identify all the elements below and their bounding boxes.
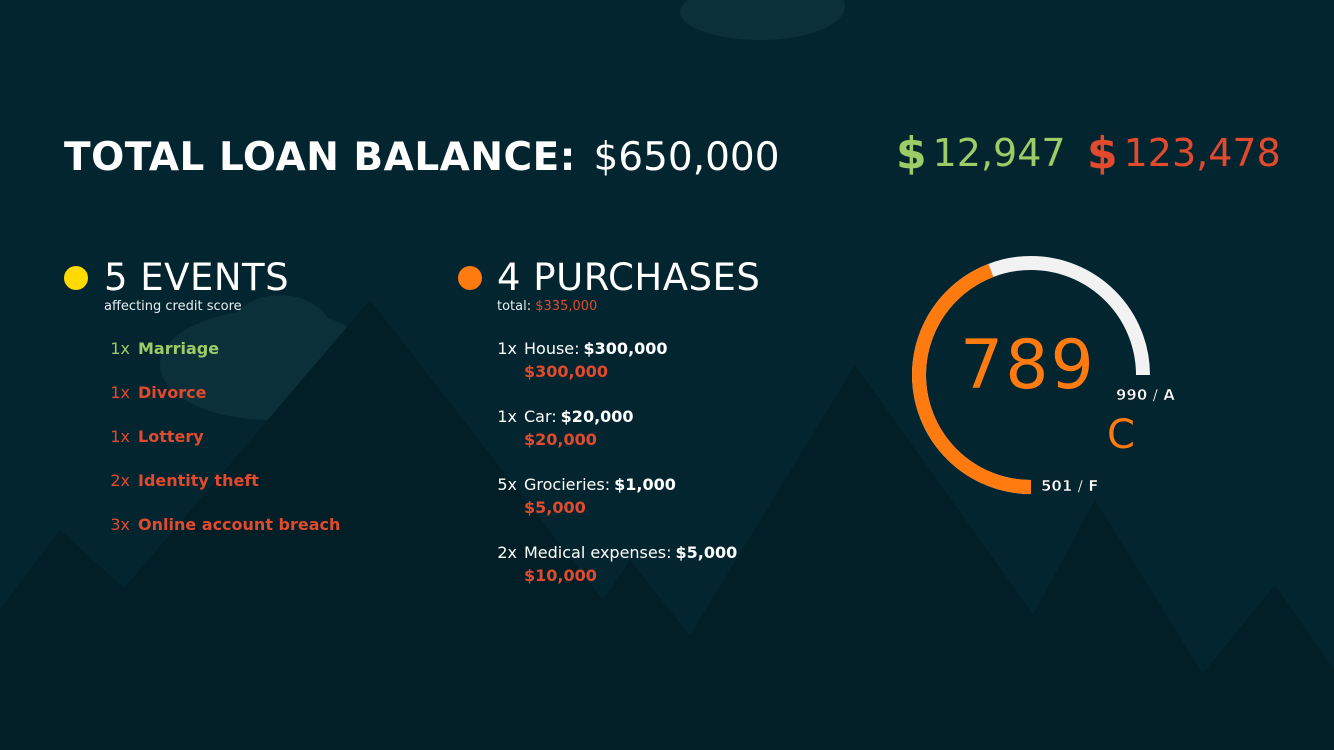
purchase-total: $10,000: [524, 566, 597, 585]
purchases-subtitle: total: $335,000: [497, 298, 597, 316]
purchase-quantity: 2x: [497, 542, 517, 562]
purchase-item: 2x Medical expenses: $5,000 $10,000: [497, 540, 737, 588]
purchase-item: 5x Grocieries: $1,000 $5,000: [497, 472, 676, 520]
purchases-total-label: total:: [497, 299, 532, 314]
purchases-heading: 4 PURCHASES: [497, 256, 761, 299]
positive-balance-value: 12,947: [932, 131, 1066, 175]
event-item: 1x Marriage: [104, 336, 219, 360]
event-item: 3x Online account breach: [104, 512, 340, 536]
purchase-item: 1x House: $300,000 $300,000: [497, 336, 668, 384]
positive-balance: $ 12,947: [896, 126, 1066, 180]
purchase-unit-price: $5,000: [675, 542, 738, 562]
purchase-total: $300,000: [524, 362, 609, 381]
event-quantity: 1x: [110, 338, 130, 358]
purchase-label: Car:: [524, 406, 557, 426]
purchase-total: $5,000: [524, 498, 586, 517]
events-heading: 5 EVENTS: [104, 256, 290, 299]
events-dot-icon: [64, 266, 88, 290]
purchase-quantity: 5x: [497, 474, 517, 494]
credit-grade: C: [1107, 412, 1135, 458]
event-item: 1x Divorce: [104, 380, 206, 404]
events-subtitle: affecting credit score: [104, 299, 242, 314]
purchase-quantity: 1x: [497, 338, 517, 358]
event-name: Lottery: [138, 426, 204, 446]
total-loan-balance-label: TOTAL LOAN BALANCE:: [64, 135, 576, 180]
purchase-total: $20,000: [524, 430, 597, 449]
gauge-min-label: 501 / F: [1041, 477, 1099, 496]
page-title: TOTAL LOAN BALANCE: $650,000: [64, 133, 780, 183]
total-loan-balance-value: $650,000: [593, 135, 780, 180]
event-item: 2x Identity theft: [104, 468, 259, 492]
event-name: Divorce: [138, 382, 207, 402]
event-name: Identity theft: [138, 470, 259, 490]
purchase-label: House:: [524, 338, 580, 358]
purchase-unit-price: $20,000: [560, 406, 634, 426]
purchase-quantity: 1x: [497, 406, 517, 426]
purchase-label: Grocieries:: [524, 474, 611, 494]
purchases-total-value: $335,000: [535, 299, 598, 314]
purchases-dot-icon: [458, 266, 482, 290]
event-quantity: 2x: [110, 470, 130, 490]
dollar-icon: $: [1087, 127, 1118, 179]
negative-balance: $ 123,478: [1087, 126, 1281, 180]
event-item: 1x Lottery: [104, 424, 204, 448]
purchase-unit-price: $300,000: [583, 338, 668, 358]
purchase-item: 1x Car: $20,000 $20,000: [497, 404, 634, 452]
credit-score-value: 789: [960, 326, 1096, 405]
event-name: Marriage: [138, 338, 220, 358]
purchase-unit-price: $1,000: [614, 474, 676, 494]
event-quantity: 1x: [110, 382, 130, 402]
credit-dashboard: TOTAL LOAN BALANCE: $650,000 $ 12,947 $ …: [0, 0, 1334, 750]
event-quantity: 1x: [110, 426, 130, 446]
negative-balance-value: 123,478: [1123, 131, 1281, 175]
gauge-max-label: 990 / A: [1116, 386, 1175, 405]
event-quantity: 3x: [110, 514, 130, 534]
dollar-icon: $: [896, 127, 927, 179]
event-name: Online account breach: [138, 514, 341, 534]
purchase-label: Medical expenses:: [524, 542, 672, 562]
